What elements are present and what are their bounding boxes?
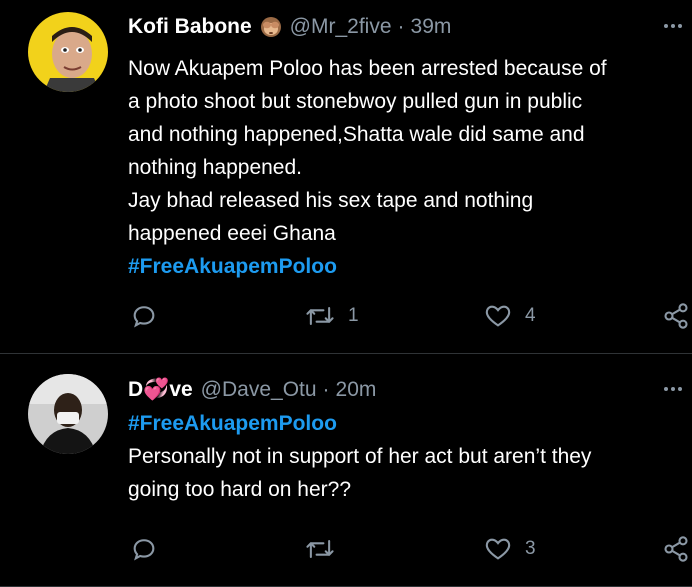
timestamp[interactable]: 39m xyxy=(411,15,452,39)
more-icon[interactable] xyxy=(664,24,682,28)
retweet-icon xyxy=(306,306,334,326)
avatar[interactable] xyxy=(28,374,108,454)
see-no-evil-monkey-icon xyxy=(258,14,284,40)
tweet[interactable]: Kofi Babone @Mr_2five · 39m Now Akuapem … xyxy=(0,0,692,354)
like-button[interactable]: 3 xyxy=(483,535,536,563)
tweet-content: Kofi Babone @Mr_2five · 39m Now Akuapem … xyxy=(128,10,682,283)
tweet-text-line: and nothing happened,Shatta wale did sam… xyxy=(128,123,585,146)
author-handle[interactable]: @Dave_Otu xyxy=(201,378,317,402)
tweet-text-line: happened eeei Ghana xyxy=(128,222,336,245)
tweet-header: D💞ve @Dave_Otu · 20m xyxy=(128,373,682,407)
timestamp[interactable]: 20m xyxy=(336,378,377,402)
avatar[interactable] xyxy=(28,12,108,92)
share-button[interactable] xyxy=(662,535,690,563)
avatar-image xyxy=(28,12,108,92)
heart-icon xyxy=(485,305,511,327)
separator: · xyxy=(322,378,330,401)
avatar-image xyxy=(28,374,108,454)
tweet-actions: 1 4 xyxy=(128,302,692,332)
retweet-count: 1 xyxy=(348,305,359,326)
reply-button[interactable] xyxy=(130,535,158,563)
tweet-text: Now Akuapem Poloo has been arrested beca… xyxy=(128,52,688,283)
tweet-actions: 3 xyxy=(128,535,692,565)
reply-button[interactable] xyxy=(130,302,158,330)
tweet-text-line: Jay bhad released his sex tape and nothi… xyxy=(128,189,534,212)
share-button[interactable] xyxy=(662,302,690,330)
like-count: 3 xyxy=(525,538,536,559)
tweet-text-line: Personally not in support of her act but… xyxy=(128,445,592,468)
like-button[interactable]: 4 xyxy=(483,302,536,330)
tweet-content: D💞ve @Dave_Otu · 20m #FreeAkuapemPoloo P… xyxy=(128,373,682,506)
reply-icon xyxy=(133,306,155,328)
author-name[interactable]: D💞ve xyxy=(128,378,193,402)
like-count: 4 xyxy=(525,305,536,326)
retweet-button[interactable] xyxy=(304,535,348,563)
tweet-text-line: a photo shoot but stonebwoy pulled gun i… xyxy=(128,90,583,113)
hashtag-link[interactable]: #FreeAkuapemPoloo xyxy=(128,407,688,440)
more-icon[interactable] xyxy=(664,387,682,391)
reply-icon xyxy=(133,539,155,561)
author-handle[interactable]: @Mr_2five xyxy=(290,15,392,39)
heart-icon xyxy=(485,538,511,560)
tweet-header: Kofi Babone @Mr_2five · 39m xyxy=(128,10,682,44)
hashtag-link[interactable]: #FreeAkuapemPoloo xyxy=(128,250,688,283)
author-name[interactable]: Kofi Babone xyxy=(128,15,252,39)
tweet-text: #FreeAkuapemPoloo Personally not in supp… xyxy=(128,407,688,506)
share-icon xyxy=(664,536,688,562)
share-icon xyxy=(664,303,688,329)
retweet-icon xyxy=(306,539,334,559)
retweet-button[interactable]: 1 xyxy=(304,302,359,330)
separator: · xyxy=(397,15,405,38)
tweet[interactable]: D💞ve @Dave_Otu · 20m #FreeAkuapemPoloo P… xyxy=(0,355,692,587)
tweet-text-line: Now Akuapem Poloo has been arrested beca… xyxy=(128,57,607,80)
tweet-text-line: nothing happened. xyxy=(128,156,302,179)
tweet-text-line: going too hard on her?? xyxy=(128,478,352,501)
